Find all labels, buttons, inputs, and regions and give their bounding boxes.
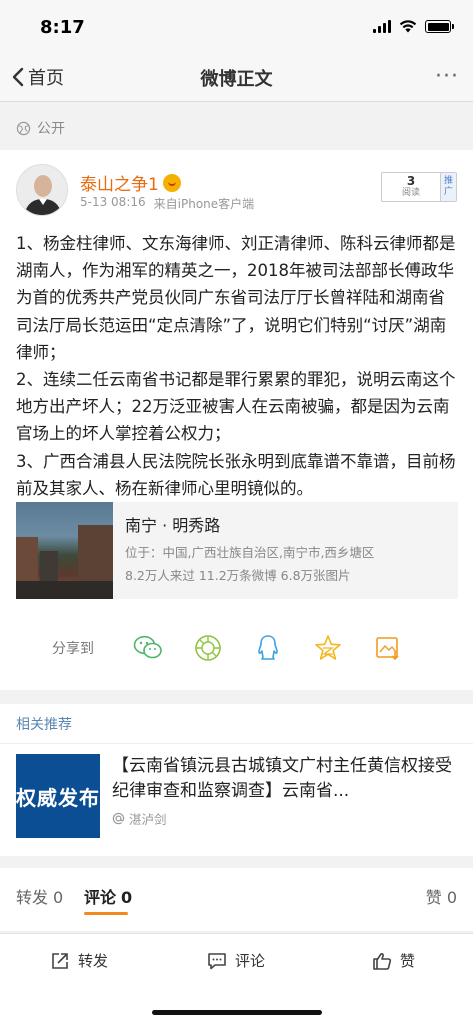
share-moments-button[interactable] bbox=[192, 632, 224, 664]
related-source: 湛泸剑 bbox=[112, 809, 452, 828]
page-title: 微博正文 bbox=[200, 69, 273, 90]
location-info: 南宁 · 明秀路 位于：中国,广西壮族自治区,南宁市,西乡塘区 8.2万人来过 … bbox=[113, 502, 374, 599]
like-label: 赞 bbox=[400, 952, 416, 970]
globe-icon bbox=[16, 121, 31, 135]
status-bar: 8:17 bbox=[0, 0, 473, 52]
save-image-button[interactable] bbox=[372, 632, 404, 664]
location-card[interactable]: 南宁 · 明秀路 位于：中国,广西壮族自治区,南宁市,西乡塘区 8.2万人来过 … bbox=[16, 502, 458, 599]
back-button[interactable]: 首页 bbox=[12, 64, 64, 90]
tab-repost-count: 0 bbox=[53, 888, 64, 907]
share-row: 分享到 bbox=[16, 628, 458, 668]
share-qq-button[interactable] bbox=[252, 632, 284, 664]
related-item[interactable]: 权威发布 【云南省镇沅县古城镇文广村主任黄信权接受纪律审查和监察调查】云南省..… bbox=[16, 754, 458, 840]
vip-badge-icon bbox=[162, 173, 181, 192]
visibility-label: 公开 bbox=[37, 121, 65, 137]
location-address: 位于：中国,广西壮族自治区,南宁市,西乡塘区 bbox=[125, 545, 375, 560]
status-time: 8:17 bbox=[40, 17, 85, 38]
wechat-icon bbox=[133, 635, 162, 659]
related-header: 相关推荐 bbox=[0, 704, 473, 744]
visibility-row: 公开 bbox=[0, 108, 473, 148]
tab-repost[interactable]: 转发 0 bbox=[16, 884, 63, 908]
share-label: 分享到 bbox=[52, 641, 94, 657]
read-count: 3 bbox=[406, 174, 416, 188]
bottom-action-bar: 转发 评论 赞 bbox=[0, 933, 473, 1024]
thumbs-up-icon bbox=[373, 952, 392, 970]
back-label: 首页 bbox=[28, 68, 64, 89]
home-indicator[interactable] bbox=[152, 1010, 322, 1015]
repost-button[interactable]: 转发 bbox=[50, 950, 108, 971]
related-source-name: 湛泸剑 bbox=[129, 812, 167, 827]
post-card: 泰山之争1 5-13 08:16 来自iPhone客户端 3 阅读 推广 1、杨… bbox=[0, 150, 473, 690]
read-label: 阅读 bbox=[401, 188, 420, 198]
location-thumbnail bbox=[16, 502, 113, 599]
share-wechat-button[interactable] bbox=[132, 632, 164, 664]
comment-label: 评论 bbox=[235, 952, 266, 970]
post-body: 1、杨金柱律师、文东海律师、刘正清律师、陈科云律师都是湖南人，作为湘军的精英之一… bbox=[16, 234, 456, 498]
wifi-icon bbox=[399, 20, 417, 33]
repost-icon bbox=[52, 952, 68, 969]
related-title: 【云南省镇沅县古城镇文广村主任黄信权接受纪律审查和监察调查】云南省... bbox=[112, 756, 452, 801]
cellular-signal-icon bbox=[373, 20, 391, 33]
comment-icon bbox=[208, 952, 226, 969]
read-stat: 3 阅读 bbox=[382, 173, 440, 201]
save-image-icon bbox=[376, 637, 399, 661]
tab-like-count: 0 bbox=[446, 888, 457, 907]
avatar[interactable] bbox=[16, 164, 68, 216]
battery-icon bbox=[425, 20, 454, 33]
more-button[interactable]: ··· bbox=[435, 66, 459, 88]
tab-like-label: 赞 bbox=[425, 888, 442, 907]
like-button[interactable]: 赞 bbox=[372, 950, 415, 971]
status-icons bbox=[373, 20, 454, 33]
at-icon bbox=[112, 812, 125, 825]
star-icon bbox=[315, 635, 341, 660]
location-stats: 8.2万人来过 11.2万条微博 6.8万张图片 bbox=[125, 568, 351, 583]
location-title: 南宁 · 明秀路 bbox=[125, 516, 221, 535]
tab-comment[interactable]: 评论 0 bbox=[84, 884, 132, 908]
tab-comment-count: 0 bbox=[121, 888, 133, 907]
post-meta: 5-13 08:16 来自iPhone客户端 bbox=[80, 195, 254, 212]
interaction-tabs: 转发 0 评论 0 赞0 bbox=[0, 868, 473, 932]
person-avatar-icon bbox=[17, 165, 67, 215]
active-tab-underline bbox=[84, 912, 128, 915]
post-time: 5-13 08:16 bbox=[80, 195, 146, 209]
share-qzone-button[interactable] bbox=[312, 632, 344, 664]
related-thumbnail: 权威发布 bbox=[16, 754, 100, 838]
author-name-text: 泰山之争1 bbox=[80, 175, 159, 195]
nav-bar: 首页 微博正文 ··· bbox=[0, 52, 473, 102]
tab-comment-label: 评论 bbox=[84, 888, 117, 907]
chevron-left-icon bbox=[12, 67, 24, 87]
related-text: 【云南省镇沅县古城镇文广村主任黄信权接受纪律审查和监察调查】云南省... 湛泸剑 bbox=[112, 754, 452, 840]
read-count-box[interactable]: 3 阅读 推广 bbox=[381, 172, 457, 202]
repost-label: 转发 bbox=[78, 952, 109, 970]
author-name[interactable]: 泰山之争1 bbox=[80, 170, 181, 195]
tab-like[interactable]: 赞0 bbox=[426, 884, 457, 908]
qq-icon bbox=[258, 635, 278, 660]
comment-button[interactable]: 评论 bbox=[207, 950, 265, 971]
tab-repost-label: 转发 bbox=[16, 888, 49, 907]
related-section: 相关推荐 权威发布 【云南省镇沅县古城镇文广村主任黄信权接受纪律审查和监察调查】… bbox=[0, 704, 473, 856]
moments-icon bbox=[195, 635, 221, 661]
post-source: 来自iPhone客户端 bbox=[153, 197, 255, 211]
promote-tag[interactable]: 推广 bbox=[440, 173, 456, 201]
